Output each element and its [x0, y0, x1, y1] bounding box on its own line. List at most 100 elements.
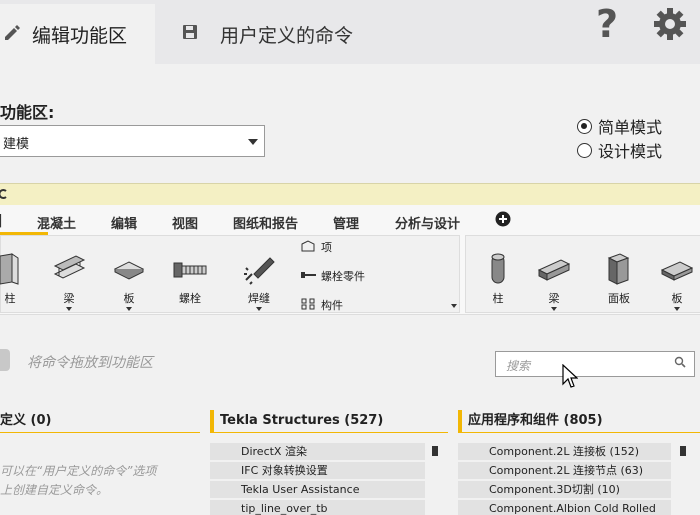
user-defined-header: 定义 (0): [0, 413, 52, 428]
mode-simple-label: 简单模式: [598, 118, 663, 137]
tab-edit-ribbon[interactable]: 编辑功能区: [0, 4, 155, 64]
list-item[interactable]: Tekla User Assistance: [210, 481, 425, 498]
help-icon[interactable]: ?: [595, 2, 621, 53]
tool-weld-label: 焊缝: [248, 292, 270, 305]
tool-plate-label: 板: [123, 292, 135, 305]
chevron-down-icon: [248, 139, 258, 145]
chevron-down-icon: [256, 307, 262, 311]
tab-steel-partial[interactable]: |: [0, 213, 3, 228]
user-defined-rule: [0, 432, 200, 433]
mode-simple[interactable]: 简单模式: [577, 114, 662, 138]
bolt-part-icon: [301, 270, 317, 283]
stack-item-bolt-part[interactable]: 螺栓零件: [301, 268, 365, 284]
top-tab-bar: 编辑功能区 用户定义的命令 ?: [0, 0, 700, 64]
radio-design[interactable]: [577, 142, 592, 158]
tab-manage[interactable]: 管理: [333, 213, 359, 232]
ribbon-select-value: 建模: [3, 137, 30, 152]
settings-gear-icon[interactable]: [653, 7, 687, 50]
tekla-scrollbar-thumb[interactable]: [432, 446, 438, 456]
list-item[interactable]: Component.2L 连接节点 (63): [458, 462, 671, 479]
search-icon[interactable]: [674, 356, 686, 371]
tool-slab[interactable]: 板: [659, 252, 695, 311]
beam-icon: [53, 255, 86, 279]
tekla-command-list: DirectX 渲染 IFC 对象转换设置 Tekla User Assista…: [210, 443, 425, 515]
user-defined-hint-line-1: 可以在“用户定义的命令”选项: [0, 464, 157, 478]
tab-edit[interactable]: 编辑: [111, 213, 137, 232]
panel-icon: [607, 253, 630, 285]
ribbon-label: 功能区:: [0, 103, 55, 122]
tool-beam[interactable]: 梁: [51, 252, 87, 311]
ribbon-select[interactable]: 建模: [0, 125, 265, 157]
tab-analysis-design[interactable]: 分析与设计: [395, 213, 460, 232]
tool-beam-label: 梁: [63, 292, 75, 305]
tekla-structures-rule: [210, 432, 448, 433]
component-icon: [301, 298, 317, 313]
concrete-column-icon: [491, 253, 505, 284]
mouse-cursor-icon: [562, 364, 578, 388]
ribbon-panel: 柱 梁 板 螺栓 焊缝 项 螺栓零件 构件 柱 梁 面板 板: [0, 235, 700, 315]
ribbon-group-left: 柱 梁 板 螺栓 焊缝 项 螺栓零件 构件: [0, 235, 460, 313]
slab-icon: [660, 261, 694, 281]
stack-item-component-label: 构件: [321, 299, 343, 312]
user-defined-hint: 可以在“用户定义的命令”选项 上创建自定义命令。: [0, 462, 156, 500]
applications-command-list: Component.2L 连接板 (152) Component.2L 连接节点…: [458, 443, 671, 515]
add-tab-icon[interactable]: [495, 211, 511, 231]
mode-design-label: 设计模式: [598, 142, 663, 161]
user-defined-hint-line-2: 上创建自定义命令。: [0, 483, 109, 497]
list-item[interactable]: Component.2L 连接板 (152): [458, 443, 671, 460]
tool-panel-label: 面板: [608, 292, 630, 305]
tool-bolt[interactable]: 螺栓: [171, 252, 209, 306]
list-item[interactable]: tip_line_over_tb: [210, 500, 425, 515]
ribbon-group-right: 柱 梁 面板 板: [465, 235, 700, 313]
applications-rule: [458, 432, 700, 433]
tab-view[interactable]: 视图: [172, 213, 198, 232]
tool-column-label: 柱: [4, 292, 16, 305]
tab-drawings-reports[interactable]: 图纸和报告: [233, 213, 298, 232]
refresh-icon[interactable]: [0, 187, 8, 201]
tab-user-commands-label: 用户定义的命令: [220, 24, 354, 47]
edit-icon: [4, 23, 20, 45]
search-input[interactable]: 搜索: [495, 351, 695, 377]
list-item[interactable]: DirectX 渲染: [210, 443, 425, 460]
mode-design[interactable]: 设计模式: [577, 138, 662, 162]
save-icon: [182, 23, 198, 45]
stack-item-bolt-part-label: 螺栓零件: [321, 270, 365, 283]
ribbon-tab-bar: | 混凝土 编辑 视图 图纸和报告 管理 分析与设计: [0, 205, 700, 235]
tool-plate[interactable]: 板: [111, 252, 147, 311]
list-item[interactable]: IFC 对象转换设置: [210, 462, 425, 479]
drag-hint-icon: [0, 349, 10, 371]
chevron-down-icon: [551, 307, 557, 311]
column-icon: [0, 253, 19, 285]
tab-concrete[interactable]: 混凝土: [37, 213, 76, 232]
weld-icon: [244, 257, 275, 285]
tool-weld[interactable]: 焊缝: [241, 252, 277, 311]
stack-item-item-label: 项: [321, 241, 332, 254]
tool-concrete-beam-label: 梁: [548, 292, 560, 305]
stack-item-component[interactable]: 构件: [301, 297, 343, 313]
drag-hint: 将命令拖放到功能区: [27, 355, 153, 371]
tool-bolt-label: 螺栓: [179, 292, 201, 305]
stack-item-item[interactable]: 项: [301, 239, 332, 255]
tool-concrete-column[interactable]: 柱: [483, 252, 513, 306]
chevron-down-icon: [66, 307, 72, 311]
tool-concrete-column-label: 柱: [492, 292, 504, 305]
tab-edit-ribbon-label: 编辑功能区: [32, 24, 128, 47]
item-icon: [301, 239, 317, 255]
tool-concrete-beam[interactable]: 梁: [536, 252, 572, 311]
tool-column[interactable]: 柱: [0, 252, 25, 306]
tekla-structures-header: Tekla Structures (527): [210, 410, 383, 432]
search-placeholder: 搜索: [506, 359, 531, 373]
tool-panel[interactable]: 面板: [601, 252, 637, 306]
tab-user-commands[interactable]: 用户定义的命令: [178, 4, 418, 64]
applications-header: 应用程序和组件 (805): [458, 410, 603, 432]
svg-text:?: ?: [596, 4, 618, 44]
tool-slab-label: 板: [671, 292, 683, 305]
plate-icon: [113, 261, 145, 280]
list-item[interactable]: Component.Albion Cold Rolled: [458, 500, 671, 515]
concrete-beam-icon: [537, 259, 571, 281]
group-expand-arrow[interactable]: [451, 304, 457, 308]
ribbon-preview-strip: [0, 183, 700, 205]
applications-scrollbar-thumb[interactable]: [680, 446, 686, 456]
radio-simple[interactable]: [577, 118, 592, 134]
list-item[interactable]: Component.3D切割 (10): [458, 481, 671, 498]
